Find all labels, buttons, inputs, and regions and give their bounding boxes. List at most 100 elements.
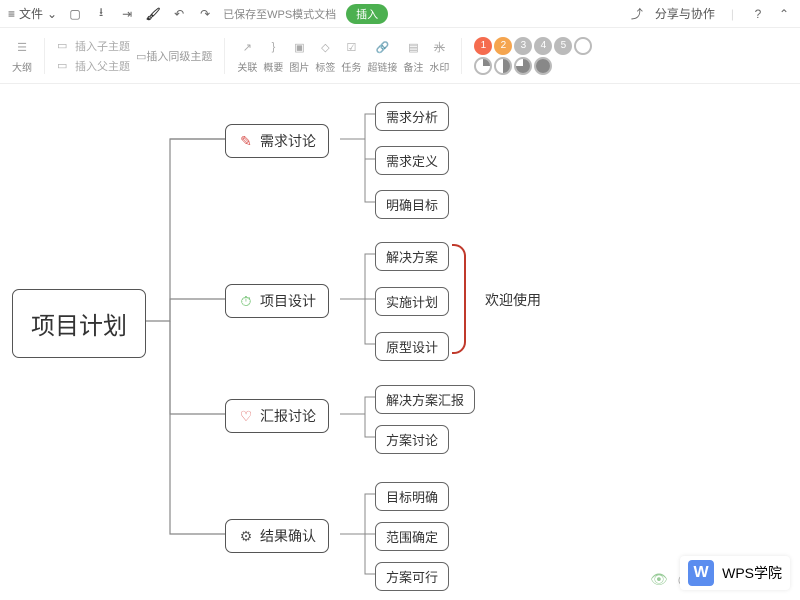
branch-label: 项目设计 xyxy=(260,291,316,311)
progress-100[interactable] xyxy=(534,57,552,75)
label-button[interactable]: ◇ 标签 xyxy=(315,37,335,74)
priority-3[interactable]: 3 xyxy=(514,37,532,55)
toolbar: ☰ 大纲 ▭ 插入子主题 ▭ 插入父主题 ▭插入同级主题 ↗ 关联 } 概要 ▣图片 ◇… xyxy=(0,28,800,84)
root-node[interactable]: 项目计划 xyxy=(12,289,146,358)
label-label: 标签 xyxy=(315,59,335,74)
tag-icon: ◇ xyxy=(315,37,335,57)
undo-icon[interactable]: ↶ xyxy=(171,6,187,22)
redo-icon[interactable]: ↷ xyxy=(197,6,213,22)
watermark-button[interactable]: 水水印 xyxy=(429,37,449,74)
insert-child-icon: ▭ xyxy=(57,39,71,53)
insert-child-button[interactable]: ▭ 插入子主题 xyxy=(57,38,130,54)
insert-sibling-button[interactable]: ▭插入同级主题 xyxy=(136,48,212,64)
root-label: 项目计划 xyxy=(31,306,127,341)
leaf-node[interactable]: 方案可行 xyxy=(375,562,449,591)
watermark-label: 水印 xyxy=(429,59,449,74)
leaf-node[interactable]: 解决方案 xyxy=(375,242,449,271)
hyperlink-label: 超链接 xyxy=(367,59,397,74)
leaf-node[interactable]: 需求分析 xyxy=(375,102,449,131)
format-painter-icon[interactable]: 🖌 xyxy=(145,6,161,22)
collapse-icon[interactable]: ⌃ xyxy=(776,6,792,22)
watermark-icon: 水 xyxy=(429,37,449,57)
relation-label: 关联 xyxy=(237,59,257,74)
help-icon[interactable]: ? xyxy=(750,6,766,22)
link-icon: 🔗 xyxy=(372,37,392,57)
progress-25[interactable] xyxy=(474,57,492,75)
leaf-label: 原型设计 xyxy=(386,337,438,356)
hyperlink-button[interactable]: 🔗 超链接 xyxy=(367,37,397,74)
gear-icon: ⚙ xyxy=(238,528,254,544)
progress-0[interactable] xyxy=(574,37,592,55)
priority-1[interactable]: 1 xyxy=(474,37,492,55)
task-icon: ☑ xyxy=(341,37,361,57)
pencil-icon: ✎ xyxy=(238,133,254,149)
insert-button[interactable]: 插入 xyxy=(346,4,388,24)
leaf-label: 范围确定 xyxy=(386,527,438,546)
relation-button[interactable]: ↗ 关联 xyxy=(237,37,257,74)
export-icon[interactable]: ⇥ xyxy=(119,6,135,22)
share-label[interactable]: 分享与协作 xyxy=(655,5,715,22)
leaf-node[interactable]: 解决方案汇报 xyxy=(375,385,475,414)
summary-button[interactable]: } 概要 xyxy=(263,37,283,74)
insert-sibling-icon: ▭ xyxy=(136,51,146,63)
outline-button[interactable]: ☰ 大纲 xyxy=(12,37,32,74)
leaf-label: 目标明确 xyxy=(386,487,438,506)
branch-node[interactable]: ✎需求讨论 xyxy=(225,124,329,158)
branch-node[interactable]: ⏱ 项目设计 xyxy=(225,284,329,318)
priority-5[interactable]: 5 xyxy=(554,37,572,55)
image-button[interactable]: ▣图片 xyxy=(289,37,309,74)
summary-icon: } xyxy=(263,37,283,57)
new-doc-icon[interactable]: ▢ xyxy=(67,6,83,22)
branch-label: 结果确认 xyxy=(260,526,316,546)
note-label: 备注 xyxy=(403,59,423,74)
leaf-node[interactable]: 方案讨论 xyxy=(375,425,449,454)
branch-label: 汇报讨论 xyxy=(260,406,316,426)
leaf-node[interactable]: 实施计划 xyxy=(375,287,449,316)
leaf-label: 方案讨论 xyxy=(386,430,438,449)
eye-icon[interactable]: 👁 xyxy=(650,571,668,588)
priority-2[interactable]: 2 xyxy=(494,37,512,55)
insert-parent-button[interactable]: ▭ 插入父主题 xyxy=(57,58,130,74)
wps-logo-icon: W xyxy=(688,560,714,586)
leaf-label: 解决方案 xyxy=(386,247,438,266)
priority-4[interactable]: 4 xyxy=(534,37,552,55)
task-label: 任务 xyxy=(341,59,361,74)
leaf-node[interactable]: 需求定义 xyxy=(375,146,449,175)
branch-node[interactable]: ⚙ 结果确认 xyxy=(225,519,329,553)
mindmap-canvas[interactable]: 项目计划 ✎需求讨论 ⏱ 项目设计 ♡ 汇报讨论 ⚙ 结果确认 需求分析 需求定义 明… xyxy=(0,84,800,600)
insert-parent-icon: ▭ xyxy=(57,59,71,73)
relation-icon: ↗ xyxy=(237,37,257,57)
leaf-node[interactable]: 明确目标 xyxy=(375,190,449,219)
insert-child-label: 插入子主题 xyxy=(75,38,130,54)
leaf-label: 解决方案汇报 xyxy=(386,390,464,409)
image-label: 图片 xyxy=(289,59,309,74)
leaf-node[interactable]: 原型设计 xyxy=(375,332,449,361)
brand-text: WPS学院 xyxy=(722,563,782,583)
priority-palette: 1 2 3 4 5 xyxy=(474,37,604,75)
leaf-label: 需求分析 xyxy=(386,107,438,126)
leaf-node[interactable]: 范围确定 xyxy=(375,522,449,551)
menubar: ≡ 文件 ⌄ ▢ ⭳ ⇥ 🖌 ↶ ↷ 已保存至WPS模式文档 插入 ⤴ 分享与协… xyxy=(0,0,800,28)
file-menu[interactable]: ≡ 文件 ⌄ xyxy=(8,5,57,22)
note-button[interactable]: ▤备注 xyxy=(403,37,423,74)
progress-75[interactable] xyxy=(514,57,532,75)
progress-50[interactable] xyxy=(494,57,512,75)
leaf-label: 需求定义 xyxy=(386,151,438,170)
save-status: 已保存至WPS模式文档 xyxy=(223,6,336,22)
outline-icon: ☰ xyxy=(12,37,32,57)
leaf-label: 实施计划 xyxy=(386,292,438,311)
leaf-label: 明确目标 xyxy=(386,195,438,214)
branch-node[interactable]: ♡ 汇报讨论 xyxy=(225,399,329,433)
insert-parent-label: 插入父主题 xyxy=(75,58,130,74)
download-icon[interactable]: ⭳ xyxy=(93,6,109,22)
summary-label: 概要 xyxy=(263,59,283,74)
leaf-node[interactable]: 目标明确 xyxy=(375,482,449,511)
callout-text[interactable]: 欢迎使用 xyxy=(485,290,541,310)
brand-watermark: W WPS学院 xyxy=(680,556,790,590)
outline-label: 大纲 xyxy=(12,59,32,74)
leaf-label: 方案可行 xyxy=(386,567,438,586)
task-button[interactable]: ☑ 任务 xyxy=(341,37,361,74)
share-icon[interactable]: ⤴ xyxy=(629,6,645,22)
stopwatch-icon: ⏱ xyxy=(238,293,254,309)
bulb-icon: ♡ xyxy=(238,408,254,424)
